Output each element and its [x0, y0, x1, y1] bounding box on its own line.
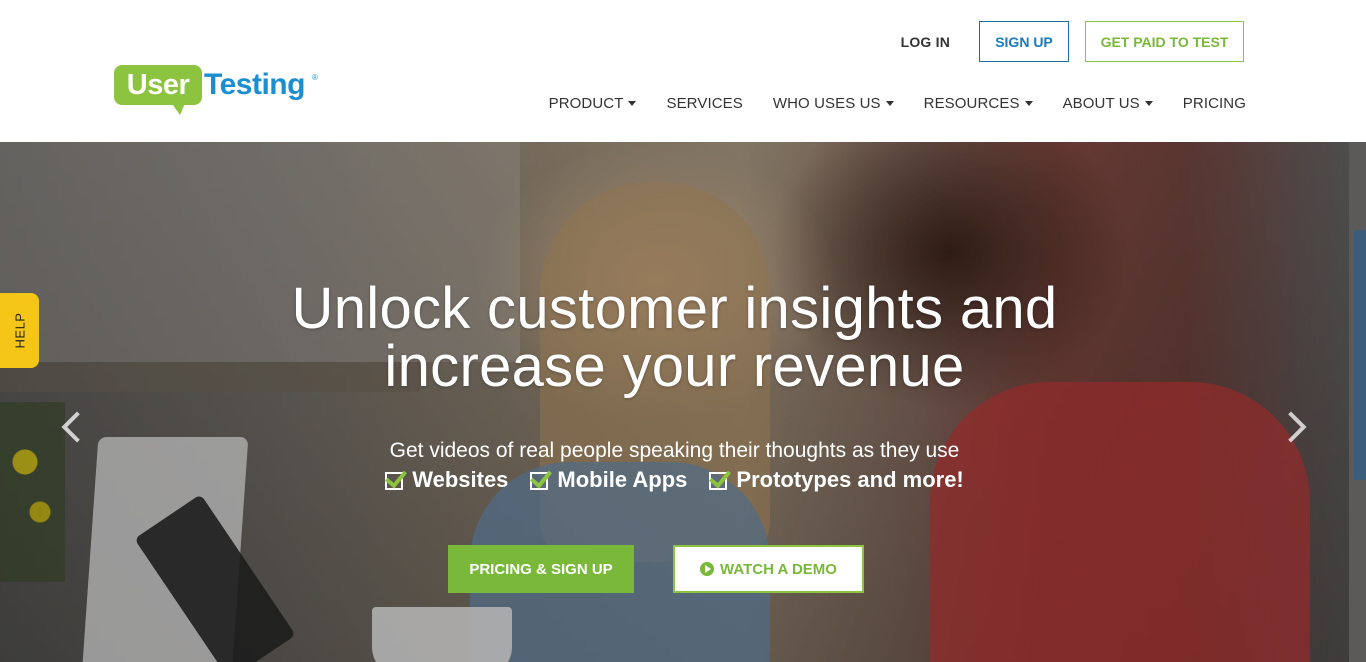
- hero-subheadline: Get videos of real people speaking their…: [389, 439, 960, 462]
- nav-item-product[interactable]: PRODUCT: [549, 95, 637, 112]
- nav-item-resources[interactable]: RESOURCES: [924, 95, 1033, 112]
- top-links: LOG IN SIGN UP GET PAID TO TEST: [901, 21, 1244, 62]
- hero-cta-row: PRICING & SIGN UP WATCH A DEMO: [0, 545, 1349, 593]
- caret-down-icon: [628, 100, 637, 106]
- checkbox-checked-icon: [530, 472, 549, 490]
- play-icon: [700, 562, 715, 576]
- caret-down-icon: [885, 100, 894, 106]
- hero-headline: Unlock customer insights and increase yo…: [0, 280, 1349, 396]
- nav-item-services[interactable]: SERVICES: [666, 95, 742, 112]
- caret-down-icon: [1024, 100, 1033, 106]
- checkbox-checked-icon: [709, 472, 728, 490]
- nav-item-label: PRODUCT: [548, 94, 624, 112]
- site-header: User Testing ® LOG IN SIGN UP GET PAID T…: [0, 0, 1366, 142]
- feature-item: Prototypes and more!: [709, 467, 964, 493]
- logo-speech-bubble: User: [114, 65, 202, 105]
- page-scrollbar-thumb[interactable]: [1354, 230, 1366, 480]
- nav-item-who-uses-us[interactable]: WHO USES US: [773, 95, 894, 112]
- feature-label: Prototypes and more!: [736, 467, 964, 492]
- logo-bubble-tail: [170, 101, 186, 115]
- help-tab[interactable]: HELP: [0, 293, 39, 368]
- main-nav: PRODUCT SERVICES WHO USES US RESOURCES A…: [549, 91, 1246, 115]
- feature-label: Mobile Apps: [557, 467, 688, 492]
- checkbox-checked-icon: [385, 472, 404, 490]
- usertesting-logo[interactable]: User Testing ®: [114, 63, 324, 115]
- help-label: HELP: [12, 312, 27, 349]
- nav-item-about-us[interactable]: ABOUT US: [1063, 95, 1153, 112]
- feature-item: Mobile Apps: [530, 467, 687, 493]
- watch-demo-label: WATCH A DEMO: [720, 560, 837, 578]
- hero-headline-line1: Unlock customer insights and: [291, 276, 1058, 341]
- hero-headline-line2: increase your revenue: [384, 334, 965, 399]
- logo-wordmark: Testing: [204, 68, 305, 101]
- hero-feature-list: Websites Mobile Apps Prototypes and more…: [0, 467, 1349, 493]
- nav-item-label: PRICING: [1182, 94, 1246, 112]
- sign-up-button[interactable]: SIGN UP: [979, 21, 1069, 62]
- nav-item-label: SERVICES: [666, 94, 743, 112]
- feature-label: Websites: [412, 467, 509, 492]
- logo-registered-mark: ®: [312, 73, 318, 82]
- login-link[interactable]: LOG IN: [901, 34, 950, 50]
- pricing-sign-up-button[interactable]: PRICING & SIGN UP: [448, 545, 634, 593]
- feature-item: Websites: [385, 467, 508, 493]
- hero-banner: Unlock customer insights and increase yo…: [0, 142, 1349, 662]
- nav-item-label: WHO USES US: [772, 94, 881, 112]
- nav-item-label: ABOUT US: [1062, 94, 1140, 112]
- nav-item-pricing[interactable]: PRICING: [1183, 95, 1246, 112]
- nav-item-label: RESOURCES: [923, 94, 1020, 112]
- caret-down-icon: [1144, 100, 1153, 106]
- get-paid-to-test-button[interactable]: GET PAID TO TEST: [1085, 21, 1244, 62]
- watch-demo-button[interactable]: WATCH A DEMO: [673, 545, 864, 593]
